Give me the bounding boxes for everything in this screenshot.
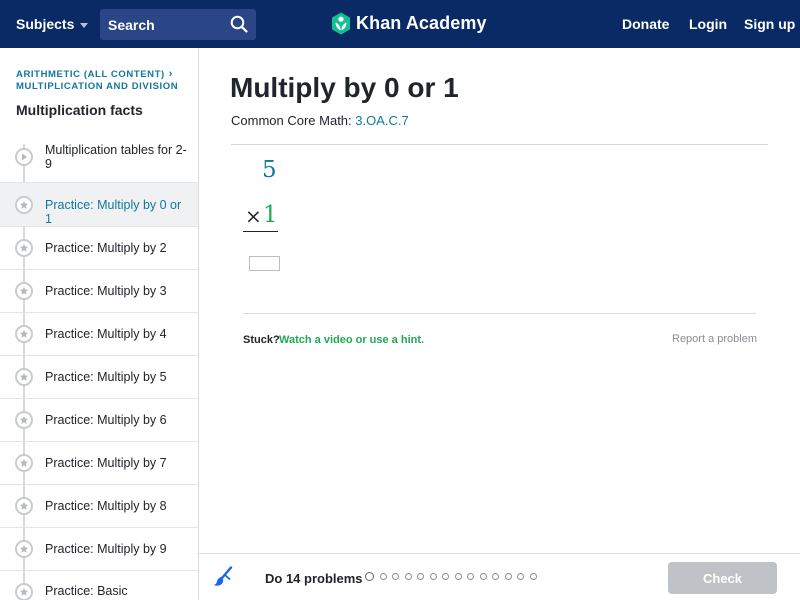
star-icon <box>15 497 33 515</box>
progress-dot <box>454 573 462 580</box>
star-icon <box>15 196 33 214</box>
problem-progress-dots <box>365 572 542 581</box>
star-icon <box>15 411 33 429</box>
sidebar-item-label: Practice: Multiply by 6 <box>45 413 167 427</box>
subjects-label: Subjects <box>16 16 75 32</box>
divider <box>243 313 756 314</box>
chevron-down-icon <box>80 22 89 28</box>
progress-dot <box>517 573 524 580</box>
progress-dot <box>529 573 537 580</box>
star-icon <box>15 540 33 558</box>
common-core-standard: Common Core Math: 3.OA.C.7 <box>231 113 409 128</box>
sidebar-item-label: Practice: Multiply by 3 <box>45 284 167 298</box>
sidebar-title: Multiplication facts <box>16 102 143 118</box>
sidebar-item-multiply-6[interactable]: Practice: Multiply by 6 <box>0 398 198 441</box>
sidebar-item-label: Multiplication tables for 2-9 <box>45 143 187 171</box>
star-icon <box>15 583 33 600</box>
result-line <box>243 231 278 232</box>
sidebar-item-label: Practice: Basic <box>45 584 128 598</box>
star-icon <box>15 282 33 300</box>
login-link[interactable]: Login <box>689 16 727 32</box>
sidebar-item-label: Practice: Multiply by 9 <box>45 542 167 556</box>
star-icon <box>15 239 33 257</box>
multiply-operator: × <box>245 204 262 228</box>
star-icon <box>15 454 33 472</box>
khan-academy-logo[interactable]: Khan Academy <box>331 12 487 35</box>
progress-dot <box>392 573 399 580</box>
sidebar-item-multiply-9[interactable]: Practice: Multiply by 9 <box>0 527 198 570</box>
report-problem-link[interactable]: Report a problem <box>672 333 757 345</box>
sidebar-item-video[interactable]: Multiplication tables for 2-9 <box>0 136 198 179</box>
sidebar-item-multiply-8[interactable]: Practice: Multiply by 8 <box>0 484 198 527</box>
page-title: Multiply by 0 or 1 <box>230 72 459 103</box>
progress-dot <box>404 573 412 580</box>
brush-icon <box>214 566 233 586</box>
breadcrumb-multiplication-division[interactable]: MULTIPLICATION AND DIVISION <box>16 81 178 92</box>
subjects-menu-button[interactable]: Subjects <box>16 16 89 32</box>
sidebar-item-label: Practice: Multiply by 2 <box>45 241 167 255</box>
exercise-footer: Do 14 problems Check <box>199 553 800 600</box>
progress-dot <box>467 573 474 580</box>
signup-link[interactable]: Sign up <box>744 16 795 32</box>
sidebar-item-basic[interactable]: Practice: Basic <box>0 570 198 600</box>
logo-text: Khan Academy <box>356 13 487 33</box>
progress-dot <box>479 573 487 580</box>
sidebar-item-multiply-7[interactable]: Practice: Multiply by 7 <box>0 441 198 484</box>
search-input[interactable] <box>100 9 224 40</box>
play-icon <box>15 148 33 166</box>
top-nav-bar: Subjects Khan Academy Donate Login Sign … <box>0 0 800 48</box>
check-button[interactable]: Check <box>668 562 777 594</box>
standard-prefix: Common Core Math: <box>231 113 352 128</box>
progress-dot <box>429 573 437 580</box>
multiplicand: 5 <box>262 157 277 183</box>
progress-dot <box>442 573 449 580</box>
sidebar-item-multiply-2[interactable]: Practice: Multiply by 2 <box>0 226 198 269</box>
progress-dot <box>365 572 374 581</box>
stuck-label: Stuck? <box>243 334 280 346</box>
star-icon <box>15 368 33 386</box>
sidebar-item-label: Practice: Multiply by 5 <box>45 370 167 384</box>
breadcrumb-arithmetic[interactable]: ARITHMETIC (ALL CONTENT) › <box>16 68 173 80</box>
sidebar-item-multiply-4[interactable]: Practice: Multiply by 4 <box>0 312 198 355</box>
breadcrumb-label: MULTIPLICATION AND DIVISION <box>16 81 179 92</box>
progress-dot <box>492 573 499 580</box>
donate-link[interactable]: Donate <box>622 16 669 32</box>
answer-input[interactable] <box>249 256 280 271</box>
breadcrumb-label: ARITHMETIC (ALL CONTENT) <box>16 69 165 80</box>
progress-dot <box>379 573 387 580</box>
sidebar-item-label: Practice: Multiply by 7 <box>45 456 167 470</box>
search-icon[interactable] <box>230 15 248 33</box>
multiplier: 1 <box>263 202 278 228</box>
sidebar-item-multiply-5[interactable]: Practice: Multiply by 5 <box>0 355 198 398</box>
progress-dot <box>504 573 512 580</box>
sidebar: ARITHMETIC (ALL CONTENT) › MULTIPLICATION… <box>0 48 199 600</box>
sidebar-item-label: Practice: Multiply by 0 or 1 <box>45 198 182 226</box>
divider <box>231 144 768 145</box>
search-box <box>100 9 256 40</box>
sidebar-item-label: Practice: Multiply by 8 <box>45 499 167 513</box>
progress-dot <box>417 573 424 580</box>
sidebar-item-label: Practice: Multiply by 4 <box>45 327 167 341</box>
khan-leaf-logo-icon <box>332 12 350 35</box>
task-label: Do 14 problems <box>265 571 363 586</box>
standard-code-link[interactable]: 3.OA.C.7 <box>355 113 408 128</box>
chevron-right-icon: › <box>168 68 174 80</box>
sidebar-item-multiply-0-1[interactable]: Practice: Multiply by 0 or 1 <box>0 183 198 226</box>
star-icon <box>15 325 33 343</box>
hint-link[interactable]: Watch a video or use a hint. <box>279 334 424 346</box>
sidebar-item-multiply-3[interactable]: Practice: Multiply by 3 <box>0 269 198 312</box>
